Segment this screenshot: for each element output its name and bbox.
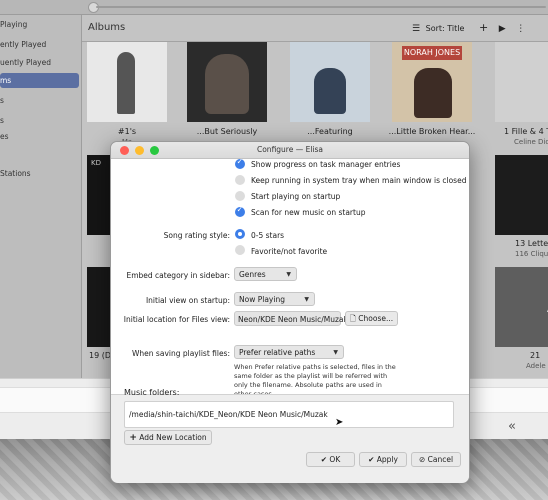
rating-favorite-radio[interactable] — [235, 245, 245, 255]
sidebar-item-tracks[interactable]: s — [0, 113, 81, 128]
album-title: #1's — [117, 127, 137, 136]
music-folders-label: Music folders: — [124, 388, 180, 397]
minimize-window-button[interactable] — [135, 146, 144, 155]
files-view-path: Neon/KDE Neon Music/Muzak/ — [234, 311, 350, 326]
album-cover[interactable] — [87, 42, 167, 122]
music-folders-list[interactable]: /media/shin-taichi/KDE_Neon/KDE Neon Mus… — [124, 401, 454, 428]
mouse-cursor-icon: ➤ — [335, 417, 344, 428]
playback-progress-bar[interactable] — [0, 0, 548, 15]
album-cover[interactable]: NORAH JONES — [392, 42, 472, 122]
radio-label: Favorite/not favorite — [251, 247, 328, 256]
ok-label: OK — [329, 455, 341, 464]
sidebar-item-frequently-played[interactable]: uently Played — [0, 55, 81, 70]
chevron-down-icon: ▼ — [304, 296, 309, 303]
embed-category-label: Embed category in sidebar: — [126, 271, 230, 280]
album-cover[interactable] — [187, 42, 267, 122]
cancel-button[interactable]: ⊘ Cancel — [411, 452, 461, 467]
sidebar-item-label: s — [0, 96, 4, 105]
collapse-icon[interactable]: « — [508, 419, 516, 434]
playlist-paths-select[interactable]: Prefer relative paths ▼ — [234, 345, 344, 359]
sidebar-item-label: s — [0, 116, 4, 125]
choose-folder-button[interactable]: 🗋 Choose... — [345, 311, 398, 326]
sidebar-item-artists[interactable]: s — [0, 93, 81, 108]
ok-button[interactable]: ✔ OK — [306, 452, 355, 467]
scan-on-startup-checkbox[interactable] — [235, 205, 245, 217]
checkbox-label: Start playing on startup — [251, 192, 341, 201]
initial-view-select[interactable]: Now Playing ▼ — [234, 292, 315, 306]
configure-dialog: Configure — Elisa Show progress on task … — [110, 141, 470, 483]
sidebar-item-label: es — [0, 132, 9, 141]
chevron-down-icon: ▼ — [286, 271, 291, 278]
initial-view-value: Now Playing — [239, 295, 285, 304]
checkbox-label: Scan for new music on startup — [251, 208, 366, 217]
album-title: 1 Fille & 4 T — [504, 127, 548, 136]
albums-header: Albums ☰ Sort: Title + ▶ ⋮ — [82, 15, 548, 42]
cancel-label: Cancel — [427, 455, 454, 464]
add-icon[interactable]: + — [479, 21, 488, 34]
sidebar-item-now-playing[interactable]: Playing — [0, 17, 81, 32]
sidebar-item-label: ms — [0, 76, 12, 85]
sort-icon[interactable]: ☰ — [412, 24, 420, 34]
album-title: 21 — [530, 351, 541, 360]
album-cover[interactable] — [290, 42, 370, 122]
sidebar-item-radio-stations[interactable]: Stations — [0, 166, 81, 181]
sidebar-item-label: uently Played — [0, 58, 51, 67]
embed-category-select[interactable]: Genres ▼ — [234, 267, 297, 281]
album-title: ...But Seriously — [196, 127, 258, 136]
system-tray-checkbox[interactable] — [235, 175, 245, 185]
sidebar-item-recently-played[interactable]: ently Played — [0, 37, 81, 52]
add-location-label: Add New Location — [139, 433, 207, 442]
more-icon[interactable]: ⋮ — [516, 24, 525, 34]
rating-stars-radio[interactable] — [235, 229, 245, 239]
check-icon: ✔ — [368, 455, 375, 464]
playlist-paths-value: Prefer relative paths — [239, 348, 316, 357]
album-title: ...Featuring — [307, 127, 353, 136]
sidebar-item-label: Stations — [0, 169, 31, 178]
initial-view-label: Initial view on startup: — [145, 296, 230, 305]
embed-category-value: Genres — [239, 270, 266, 279]
files-view-label: Initial location for Files view: — [123, 315, 230, 324]
sidebar: Playing ently Played uently Played ms s … — [0, 15, 82, 378]
album-artist: Adele — [526, 362, 546, 370]
album-title: ...Little Broken Hear... — [388, 127, 476, 136]
album-artist: 116 Cliqu — [515, 250, 548, 258]
playlist-saving-label: When saving playlist files: — [132, 349, 230, 358]
checkbox-label: Show progress on task manager entries — [251, 160, 401, 169]
document-icon: 🗋 — [349, 314, 356, 323]
sidebar-item-albums[interactable]: ms — [0, 73, 79, 88]
album-artist: Celine Dio — [514, 138, 548, 146]
music-folder-path[interactable]: /media/shin-taichi/KDE_Neon/KDE Neon Mus… — [129, 410, 328, 419]
sidebar-item-genres[interactable]: es — [0, 129, 81, 144]
sort-button[interactable]: Sort: Title — [426, 24, 465, 33]
album-cover[interactable] — [495, 155, 548, 235]
show-progress-checkbox[interactable] — [235, 157, 245, 169]
sidebar-item-label: Playing — [0, 20, 28, 29]
close-window-button[interactable] — [120, 146, 129, 155]
album-title: 13 Letter — [515, 239, 548, 248]
page-title: Albums — [88, 22, 126, 33]
sidebar-item-label: ently Played — [0, 40, 47, 49]
cancel-icon: ⊘ — [418, 455, 426, 464]
maximize-window-button[interactable] — [150, 146, 159, 155]
radio-label: 0-5 stars — [251, 231, 285, 240]
rating-style-label: Song rating style: — [163, 231, 230, 240]
chevron-down-icon: ▼ — [333, 349, 338, 356]
checkbox-label: Keep running in system tray when main wi… — [251, 176, 467, 185]
play-icon[interactable]: ▶ — [499, 24, 506, 34]
seek-track[interactable] — [96, 6, 546, 8]
album-cover[interactable] — [495, 42, 548, 122]
plus-icon: + — [129, 433, 137, 443]
check-icon: ✔ — [320, 455, 328, 464]
add-location-button[interactable]: + Add New Location — [124, 430, 212, 445]
apply-button[interactable]: ✔ Apply — [359, 452, 407, 467]
dialog-title: Configure — Elisa — [111, 142, 469, 159]
play-on-startup-checkbox[interactable] — [235, 191, 245, 201]
apply-label: Apply — [376, 455, 398, 464]
choose-label: Choose... — [358, 314, 394, 323]
album-cover[interactable]: ADE — [495, 267, 548, 347]
